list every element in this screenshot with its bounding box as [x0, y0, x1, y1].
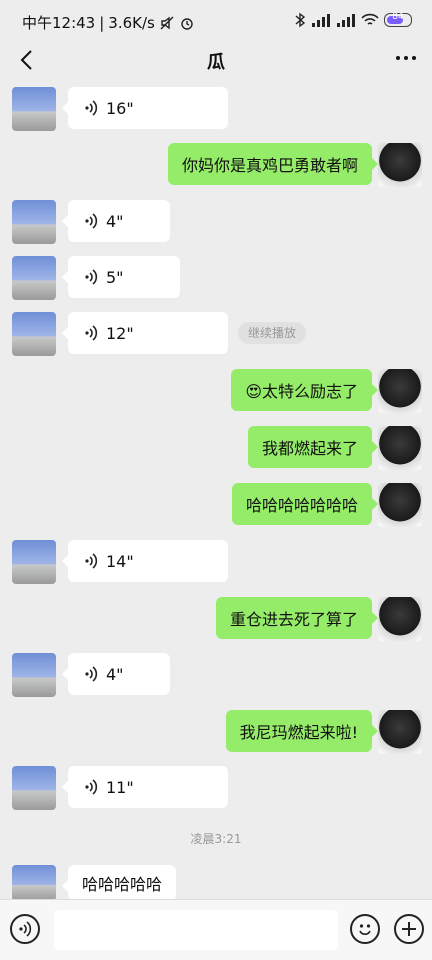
- chat-title: 瓜: [207, 52, 225, 73]
- chat-header: 瓜: [0, 40, 432, 80]
- my-avatar[interactable]: [378, 710, 422, 754]
- more-menu-button[interactable]: [394, 48, 418, 73]
- input-bar: [0, 899, 432, 960]
- status-bar: 中午12:43 | 3.6K/s 84: [0, 0, 432, 40]
- voice-input-button[interactable]: [10, 914, 40, 944]
- voice-wave-icon: [85, 269, 98, 285]
- voice-duration: 4": [106, 664, 124, 684]
- message-text: 重仓进去死了算了: [229, 610, 358, 629]
- text-message-bubble[interactable]: 哈哈哈哈哈: [61, 865, 177, 901]
- alarm-icon: [181, 17, 193, 30]
- voice-message-bubble[interactable]: 16": [62, 87, 228, 129]
- voice-message-bubble[interactable]: 4": [62, 653, 170, 695]
- contact-avatar[interactable]: [12, 87, 56, 131]
- more-functions-button[interactable]: [394, 914, 424, 944]
- voice-wave-icon: [19, 921, 32, 937]
- text-message-bubble[interactable]: 我尼玛燃起来啦!: [225, 710, 379, 752]
- signal-1-icon: [312, 14, 330, 27]
- contact-avatar[interactable]: [12, 256, 56, 300]
- contact-avatar[interactable]: [12, 766, 56, 810]
- my-avatar[interactable]: [378, 483, 422, 527]
- voice-wave-icon: [85, 325, 98, 341]
- voice-duration: 12": [106, 323, 134, 343]
- contact-avatar[interactable]: [12, 200, 56, 244]
- voice-wave-icon: [85, 553, 98, 569]
- voice-wave-icon: [85, 100, 98, 116]
- voice-wave-icon: [85, 779, 98, 795]
- net-speed: 3.6K/s: [108, 13, 155, 32]
- mute-icon: [160, 16, 174, 29]
- contact-avatar[interactable]: [12, 653, 56, 697]
- wifi-icon: [361, 13, 379, 25]
- text-message-bubble[interactable]: 我都燃起来了: [247, 426, 379, 468]
- message-text: 哈哈哈哈哈哈哈: [245, 496, 358, 515]
- status-left: 中午12:43 | 3.6K/s: [22, 12, 195, 33]
- status-time: 中午12:43: [22, 14, 96, 32]
- contact-avatar[interactable]: [12, 865, 56, 901]
- continue-playback-button[interactable]: 继续播放: [238, 322, 307, 344]
- battery-level: 84: [392, 12, 404, 22]
- emoji-button[interactable]: [350, 914, 380, 944]
- message-text: 我尼玛燃起来啦!: [239, 723, 358, 742]
- text-message-bubble[interactable]: 😍太特么励志了: [231, 369, 378, 411]
- voice-duration: 4": [106, 211, 124, 231]
- voice-message-bubble[interactable]: 4": [62, 200, 170, 242]
- bluetooth-icon: [295, 12, 306, 28]
- my-avatar[interactable]: [378, 597, 422, 641]
- voice-duration: 14": [106, 551, 134, 571]
- smiley-icon: [359, 924, 371, 935]
- voice-message-bubble[interactable]: 14": [62, 540, 228, 582]
- voice-message-bubble[interactable]: 12": [62, 312, 228, 354]
- my-avatar[interactable]: [378, 369, 422, 413]
- message-text: 😍太特么励志了: [245, 382, 358, 401]
- status-right: 84: [294, 12, 412, 28]
- voice-wave-icon: [85, 666, 98, 682]
- signal-2-icon: [337, 14, 355, 27]
- voice-wave-icon: [85, 213, 98, 229]
- voice-duration: 11": [106, 777, 134, 797]
- my-avatar[interactable]: [378, 426, 422, 470]
- chat-timestamp: 凌晨3:21: [190, 832, 242, 846]
- more-dots-icon: [396, 56, 416, 60]
- text-message-bubble[interactable]: 哈哈哈哈哈哈哈: [231, 483, 379, 525]
- battery-icon: 84: [384, 12, 412, 27]
- voice-duration: 5": [106, 267, 124, 287]
- voice-duration: 16": [106, 98, 134, 118]
- voice-message-bubble[interactable]: 5": [62, 256, 180, 298]
- plus-icon: [402, 922, 416, 936]
- contact-avatar[interactable]: [12, 312, 56, 356]
- message-text: 哈哈哈哈哈: [82, 875, 163, 894]
- message-text: 我都燃起来了: [261, 439, 358, 458]
- contact-avatar[interactable]: [12, 540, 56, 584]
- text-message-bubble[interactable]: 重仓进去死了算了: [215, 597, 379, 639]
- message-text: 你妈你是真鸡巴勇敢者啊: [181, 156, 358, 175]
- message-input[interactable]: [54, 910, 338, 950]
- text-message-bubble[interactable]: 你妈你是真鸡巴勇敢者啊: [167, 143, 379, 185]
- my-avatar[interactable]: [378, 143, 422, 187]
- voice-message-bubble[interactable]: 11": [62, 766, 228, 808]
- status-separator: |: [99, 13, 105, 32]
